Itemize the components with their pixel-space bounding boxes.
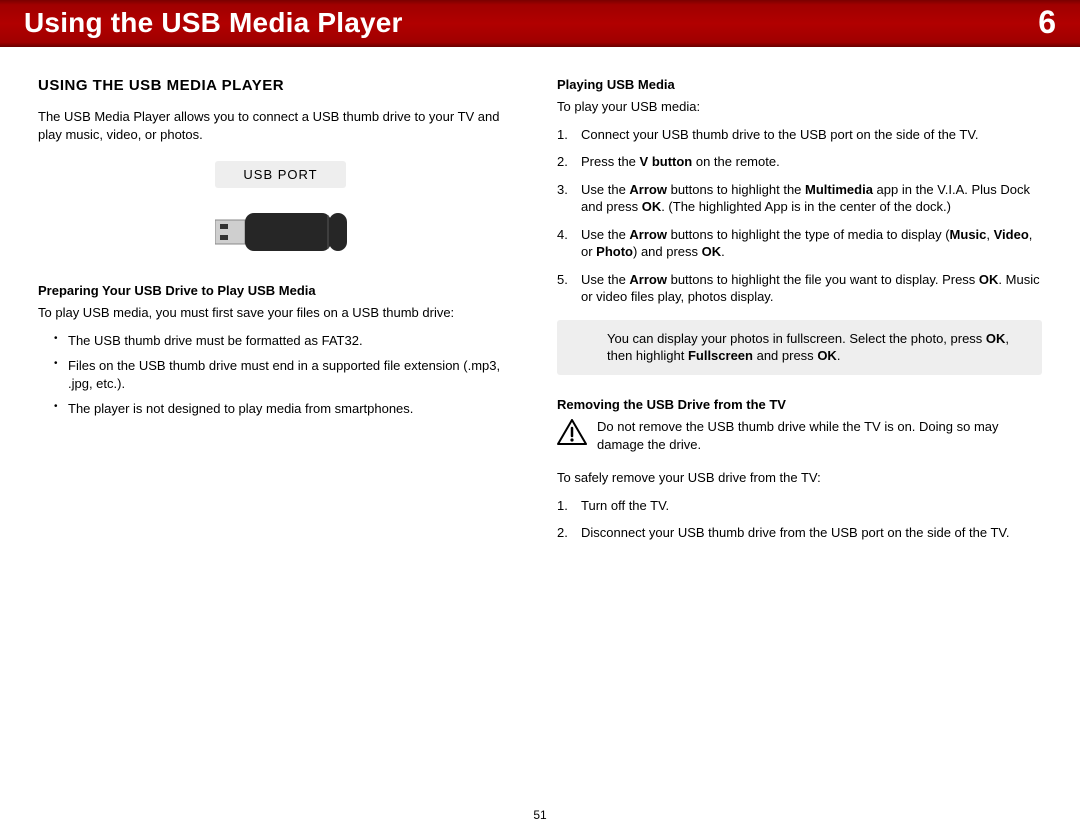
usb-drive-illustration <box>38 210 523 257</box>
playing-intro: To play your USB media: <box>557 98 1042 116</box>
fullscreen-note: You can display your photos in fullscree… <box>557 320 1042 375</box>
list-item: Use the Arrow buttons to highlight the f… <box>557 271 1042 306</box>
list-item: Disconnect your USB thumb drive from the… <box>557 524 1042 542</box>
usb-port-callout: USB PORT <box>38 161 523 202</box>
right-column: Playing USB Media To play your USB media… <box>557 77 1042 556</box>
removing-heading: Removing the USB Drive from the TV <box>557 397 1042 412</box>
warning-callout: Do not remove the USB thumb drive while … <box>557 418 1042 453</box>
playing-heading: Playing USB Media <box>557 77 1042 92</box>
preparing-intro: To play USB media, you must first save y… <box>38 304 523 322</box>
list-item: The USB thumb drive must be formatted as… <box>54 332 523 350</box>
preparing-list: The USB thumb drive must be formatted as… <box>38 332 523 418</box>
list-item: Files on the USB thumb drive must end in… <box>54 357 523 392</box>
removing-intro: To safely remove your USB drive from the… <box>557 469 1042 487</box>
list-item: Use the Arrow buttons to highlight the t… <box>557 226 1042 261</box>
left-column: USING THE USB MEDIA PLAYER The USB Media… <box>38 77 523 556</box>
chapter-title: Using the USB Media Player <box>24 7 403 39</box>
usb-drive-icon <box>215 210 347 254</box>
preparing-heading: Preparing Your USB Drive to Play USB Med… <box>38 283 523 298</box>
chapter-number: 6 <box>1038 4 1056 41</box>
playing-steps: Connect your USB thumb drive to the USB … <box>557 126 1042 306</box>
content-columns: USING THE USB MEDIA PLAYER The USB Media… <box>0 47 1080 556</box>
intro-text: The USB Media Player allows you to conne… <box>38 108 523 143</box>
page-number: 51 <box>0 808 1080 822</box>
list-item: Turn off the TV. <box>557 497 1042 515</box>
warning-icon <box>557 419 587 445</box>
chapter-header: Using the USB Media Player 6 <box>0 0 1080 47</box>
usb-port-label: USB PORT <box>215 161 345 188</box>
list-item: Use the Arrow buttons to highlight the M… <box>557 181 1042 216</box>
removing-steps: Turn off the TV. Disconnect your USB thu… <box>557 497 1042 542</box>
section-heading: USING THE USB MEDIA PLAYER <box>38 77 523 94</box>
list-item: The player is not designed to play media… <box>54 400 523 418</box>
list-item: Press the V button on the remote. <box>557 153 1042 171</box>
list-item: Connect your USB thumb drive to the USB … <box>557 126 1042 144</box>
warning-text: Do not remove the USB thumb drive while … <box>597 418 1042 453</box>
